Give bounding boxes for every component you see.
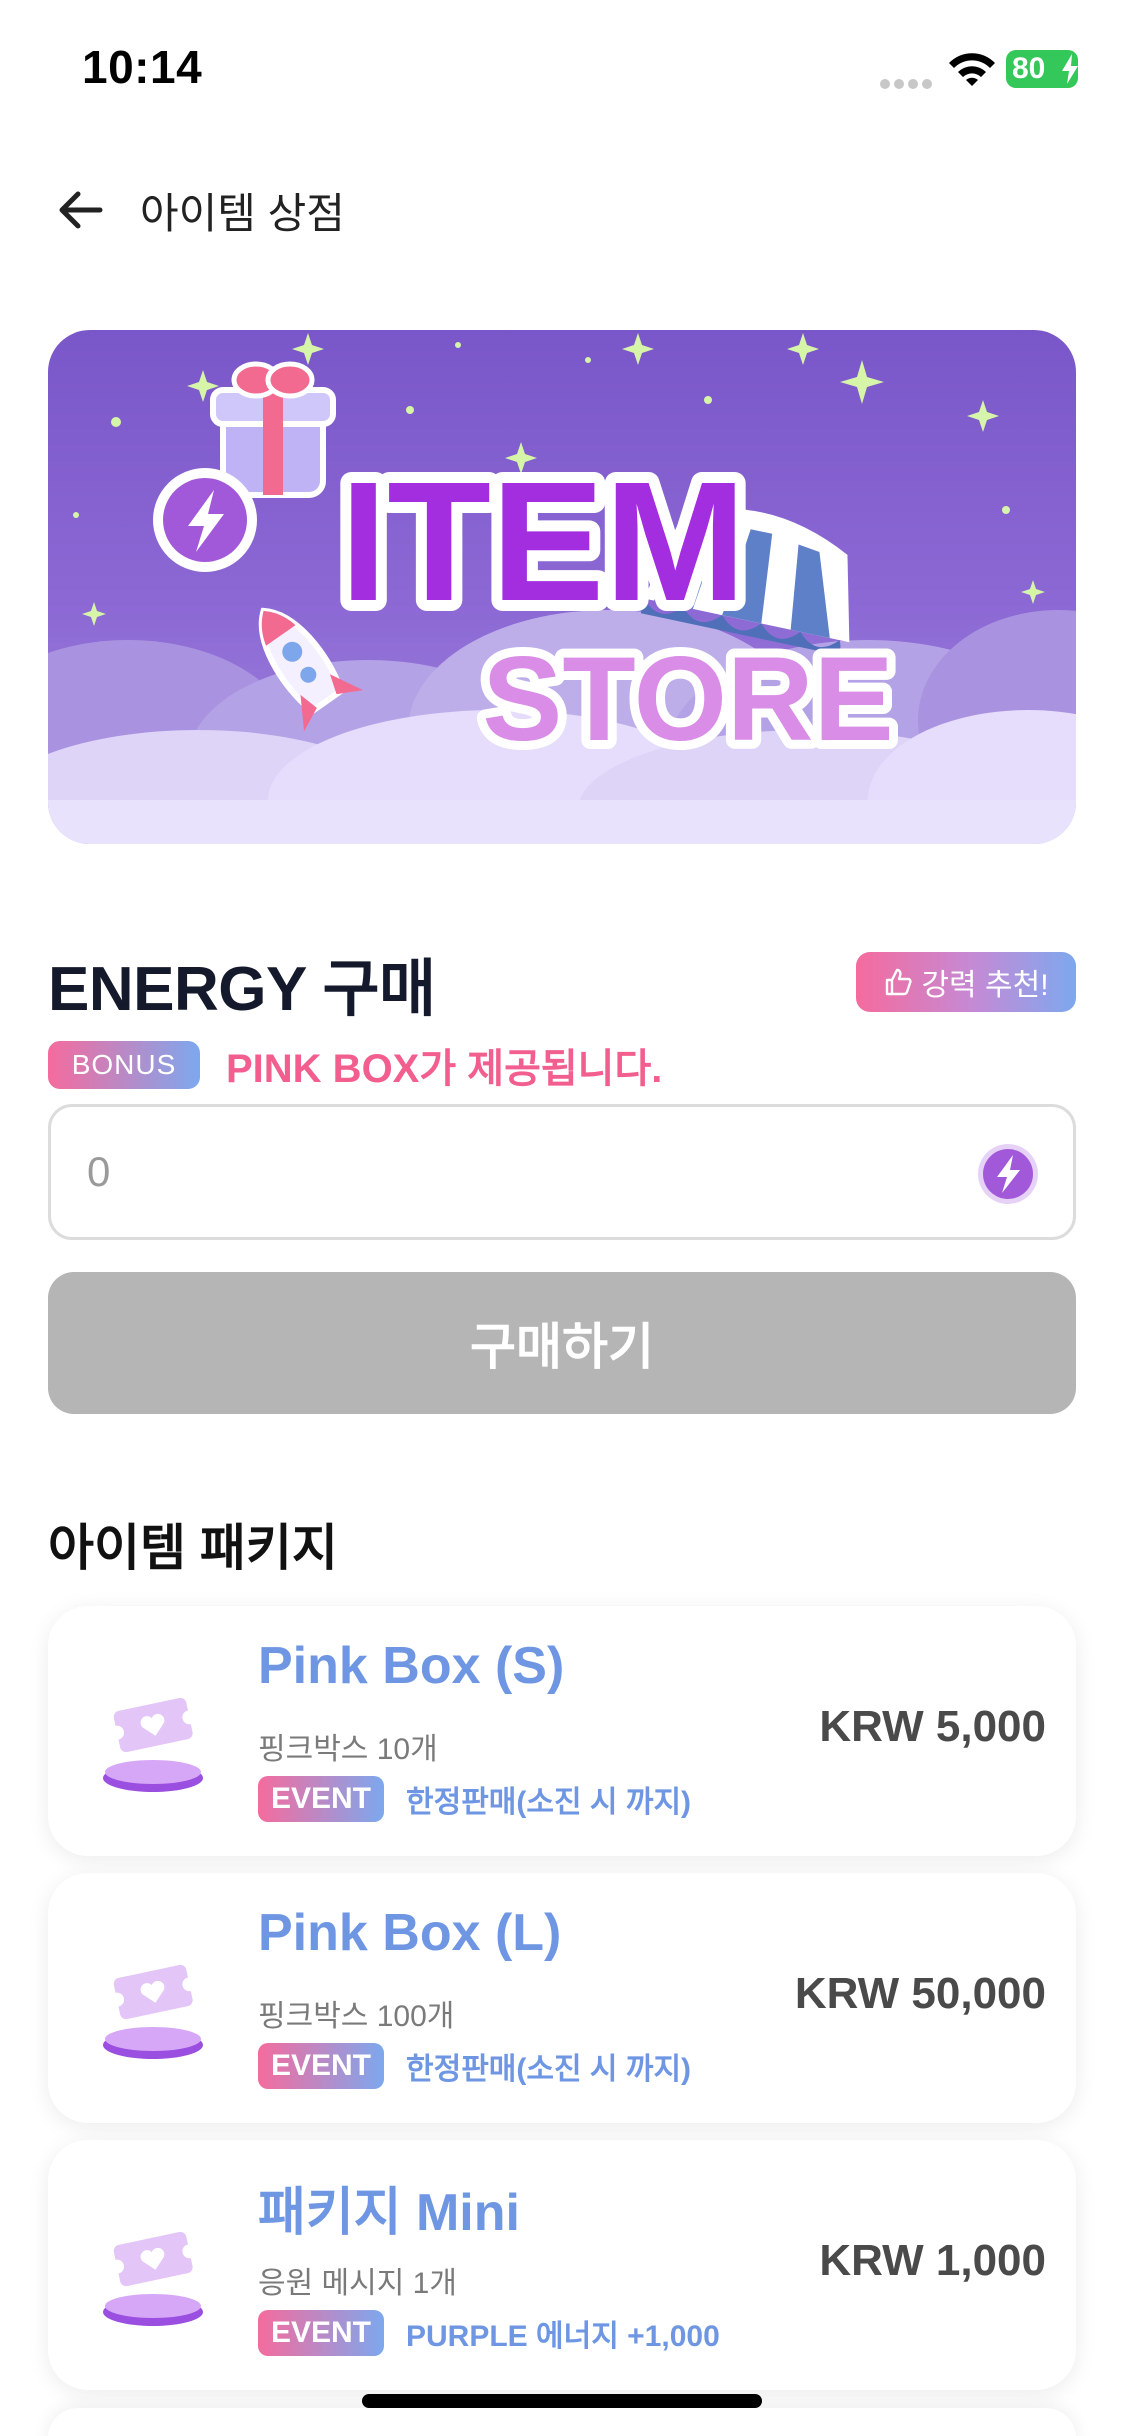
package-price: KRW 5,000 [819, 1702, 1046, 1751]
home-indicator[interactable] [362, 2394, 762, 2408]
energy-coin-icon [153, 468, 257, 572]
bonus-badge: BONUS [48, 1041, 200, 1089]
wifi-icon [949, 53, 995, 86]
thumbs-up-icon [886, 968, 913, 996]
event-text: 한정판매(소진 시 까지) [406, 2053, 692, 2086]
recommend-badge-label: 강력 추천! [921, 969, 1049, 1002]
package-event-row: EVENT 한정판매(소진 시 까지) [258, 1776, 691, 1822]
battery-indicator: 80 [1006, 50, 1078, 88]
package-card[interactable]: Pink Box (L) 핑크박스 100개 EVENT 한정판매(소진 시 까… [48, 1873, 1076, 2123]
package-card[interactable]: 패키지 Mini 응원 메시지 1개 EVENT PURPLE 에너지 +1,0… [48, 2140, 1076, 2390]
package-price: KRW 50,000 [794, 1969, 1046, 2018]
package-card[interactable]: Pink Box (S) 핑크박스 10개 EVENT 한정판매(소진 시 까지… [48, 1606, 1076, 1856]
event-text: 한정판매(소진 시 까지) [406, 1786, 692, 1819]
package-description: 핑크박스 10개 [258, 1733, 438, 1766]
package-name: 패키지 Mini [258, 2184, 520, 2242]
svg-text:ITEM: ITEM [340, 447, 746, 637]
ticket-pedestal-icon [103, 1697, 203, 1792]
page-title: 아이템 상점 [140, 190, 345, 237]
event-badge: EVENT [258, 2043, 384, 2089]
status-time: 10:14 [82, 41, 203, 93]
package-description: 핑크박스 100개 [258, 2000, 455, 2033]
event-badge: EVENT [258, 1776, 384, 1822]
battery-level: 80 [1012, 52, 1046, 85]
svg-text:STORE: STORE [482, 632, 893, 766]
cellular-signal-icon [880, 76, 936, 89]
bonus-row: BONUS PINK BOX가 제공됩니다. [48, 1040, 662, 1091]
bonus-text: PINK BOX가 제공됩니다. [226, 1047, 663, 1091]
energy-amount-field[interactable] [48, 1104, 1076, 1240]
energy-amount-input[interactable] [87, 1137, 947, 1207]
package-price: KRW 1,000 [819, 2236, 1046, 2285]
package-description: 응원 메시지 1개 [258, 2267, 457, 2300]
package-card-partial[interactable] [48, 2408, 1076, 2436]
buy-energy-button[interactable]: 구매하기 [48, 1272, 1076, 1414]
event-badge: EVENT [258, 2310, 384, 2356]
energy-section-title: ENERGY 구매 [48, 955, 436, 1024]
page-header: 아이템 상점 [0, 160, 1125, 250]
event-text: PURPLE 에너지 +1,000 [406, 2320, 720, 2353]
ticket-pedestal-icon [103, 2231, 203, 2326]
package-section-title: 아이템 패키지 [48, 1520, 338, 1576]
charging-bolt-icon [1062, 54, 1078, 84]
package-name: Pink Box (L) [258, 1904, 562, 1962]
back-arrow-icon[interactable] [52, 182, 108, 238]
ticket-pedestal-icon [103, 1964, 203, 2059]
package-event-row: EVENT 한정판매(소진 시 까지) [258, 2043, 691, 2089]
item-store-banner: ITEM ITEM STORE STORE [48, 330, 1076, 844]
energy-bolt-icon [978, 1144, 1038, 1204]
package-name: Pink Box (S) [258, 1637, 565, 1695]
package-event-row: EVENT PURPLE 에너지 +1,000 [258, 2310, 720, 2356]
status-bar: 10:14 80 [0, 0, 1125, 135]
recommend-badge: 강력 추천! [856, 952, 1076, 1012]
